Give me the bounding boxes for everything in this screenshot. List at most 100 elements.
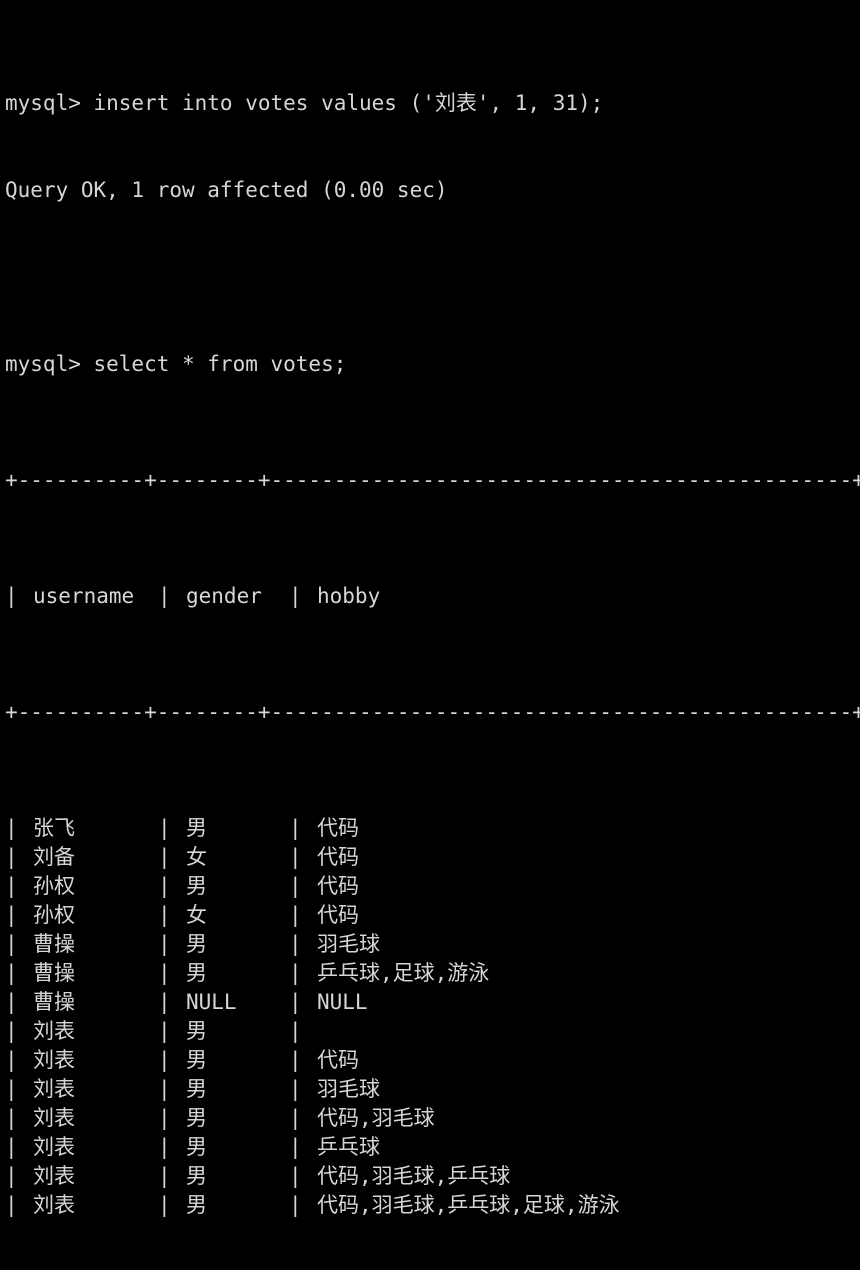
terminal-window[interactable]: mysql> insert into votes values ('刘表', 1… — [0, 0, 860, 1217]
cell-gender: 男 — [186, 1019, 207, 1043]
table-row: |刘表|男|羽毛球| — [0, 1075, 860, 1104]
cell-username: 刘表 — [33, 1164, 75, 1188]
cell-hobby: 代码,羽毛球,乒乓球,足球,游泳 — [317, 1193, 620, 1217]
cell-hobby: 羽毛球 — [317, 932, 380, 956]
table-border-pipe: | — [158, 1106, 171, 1130]
command-line-insert: mysql> insert into votes values ('刘表', 1… — [5, 91, 604, 115]
cell-username: 刘表 — [33, 1135, 75, 1159]
table-border-pipe: | — [289, 961, 302, 985]
table-row: |刘表|男|代码| — [0, 1046, 860, 1075]
table-border-pipe: | — [158, 1193, 171, 1217]
cell-username: 曹操 — [33, 990, 75, 1014]
table-border-pipe: | — [5, 1193, 18, 1217]
table-row: |刘表|男|代码,羽毛球| — [0, 1104, 860, 1133]
table-border-pipe: | — [289, 874, 302, 898]
cell-gender: 男 — [186, 1135, 207, 1159]
table-border-pipe: | — [158, 874, 171, 898]
table-border-pipe: | — [5, 1077, 18, 1101]
table-row: |刘备|女|代码| — [0, 843, 860, 872]
table-border-pipe: | — [5, 816, 18, 840]
table-row: |刘表|男|代码,羽毛球,乒乓球| — [0, 1162, 860, 1191]
table-body: | 张飞 | 男 | 代码 | | 刘备 | 女 | 代码 | | 孙权 | 男 | 代码 | | 孙权 | 女 | 代码 | | 曹操 |… — [0, 814, 860, 1220]
table-row: |张飞|男|代码| — [0, 814, 860, 843]
cell-hobby: 代码,羽毛球,乒乓球 — [317, 1164, 511, 1188]
table-border-pipe: | — [158, 1077, 171, 1101]
cell-hobby: 代码 — [317, 845, 359, 869]
cell-hobby: 代码,羽毛球 — [317, 1106, 435, 1130]
cell-username: 曹操 — [33, 932, 75, 956]
table-border-pipe: | — [158, 1048, 171, 1072]
cell-username: 刘表 — [33, 1048, 75, 1072]
table-border-pipe: | — [289, 990, 302, 1014]
table-border-pipe: | — [289, 1106, 302, 1130]
table-border-pipe: | — [289, 1048, 302, 1072]
cell-hobby: 代码 — [317, 1048, 359, 1072]
table-border-pipe: | — [5, 961, 18, 985]
table-border-pipe: | — [5, 1106, 18, 1130]
table-border-pipe: | — [5, 903, 18, 927]
table-row: |刘表|男|乒乓球| — [0, 1133, 860, 1162]
table-border-pipe: | — [5, 990, 18, 1014]
cell-gender: 男 — [186, 1077, 207, 1101]
cell-gender: 女 — [186, 903, 207, 927]
table-border-pipe: | — [5, 1048, 18, 1072]
table-separator-header: +----------+--------+-------------------… — [5, 700, 860, 724]
cell-hobby: 代码 — [317, 903, 359, 927]
cell-username: 刘备 — [33, 845, 75, 869]
table-row: |曹操|NULL|NULL| — [0, 988, 860, 1017]
table-border-pipe: | — [289, 1077, 302, 1101]
table-border-pipe: | — [5, 1135, 18, 1159]
table-row: |曹操|男|乒乓球,足球,游泳| — [0, 959, 860, 988]
cell-hobby: 代码 — [317, 874, 359, 898]
cell-gender: 男 — [186, 1193, 207, 1217]
table-border-pipe: | — [158, 584, 171, 608]
cell-gender: 男 — [186, 1048, 207, 1072]
table-row: |曹操|男|羽毛球| — [0, 930, 860, 959]
table-border-pipe: | — [289, 845, 302, 869]
cell-gender: 男 — [186, 874, 207, 898]
table-border-pipe: | — [5, 1164, 18, 1188]
table-border-pipe: | — [289, 584, 302, 608]
table-separator-top: +----------+--------+-------------------… — [5, 468, 860, 492]
table-border-pipe: | — [289, 1135, 302, 1159]
cell-gender: 男 — [186, 1106, 207, 1130]
cell-hobby: 羽毛球 — [317, 1077, 380, 1101]
cell-gender: 男 — [186, 932, 207, 956]
table-border-pipe: | — [5, 584, 18, 608]
table-row: |孙权|女|代码| — [0, 901, 860, 930]
table-border-pipe: | — [5, 932, 18, 956]
table-border-pipe: | — [158, 1135, 171, 1159]
cell-gender: 男 — [186, 961, 207, 985]
cell-gender: NULL — [186, 990, 237, 1014]
cell-hobby: 乒乓球,足球,游泳 — [317, 961, 490, 985]
table-border-pipe: | — [158, 932, 171, 956]
cell-gender: 男 — [186, 1164, 207, 1188]
cell-hobby: 乒乓球 — [317, 1135, 380, 1159]
column-header-hobby: hobby — [317, 584, 381, 608]
table-border-pipe: | — [289, 1193, 302, 1217]
table-border-pipe: | — [289, 1164, 302, 1188]
table-border-pipe: | — [289, 903, 302, 927]
cell-username: 刘表 — [33, 1106, 75, 1130]
table-border-pipe: | — [5, 1019, 18, 1043]
cell-hobby: 代码 — [317, 816, 359, 840]
command-line-select: mysql> select * from votes; — [5, 352, 347, 376]
cell-username: 张飞 — [33, 816, 75, 840]
cell-username: 曹操 — [33, 961, 75, 985]
table-border-pipe: | — [158, 845, 171, 869]
table-border-pipe: | — [158, 990, 171, 1014]
column-header-gender: gender — [186, 584, 262, 608]
cell-gender: 男 — [186, 816, 207, 840]
cell-username: 刘表 — [33, 1019, 75, 1043]
cell-username: 刘表 — [33, 1193, 75, 1217]
table-border-pipe: | — [158, 903, 171, 927]
table-border-pipe: | — [289, 816, 302, 840]
table-border-pipe: | — [5, 874, 18, 898]
cell-username: 刘表 — [33, 1077, 75, 1101]
column-header-username: username — [33, 584, 135, 608]
table-row: |孙权|男|代码| — [0, 872, 860, 901]
table-header-row: | username | gender | hobby | — [0, 582, 860, 611]
table-border-pipe: | — [158, 1019, 171, 1043]
table-border-pipe: | — [158, 1164, 171, 1188]
